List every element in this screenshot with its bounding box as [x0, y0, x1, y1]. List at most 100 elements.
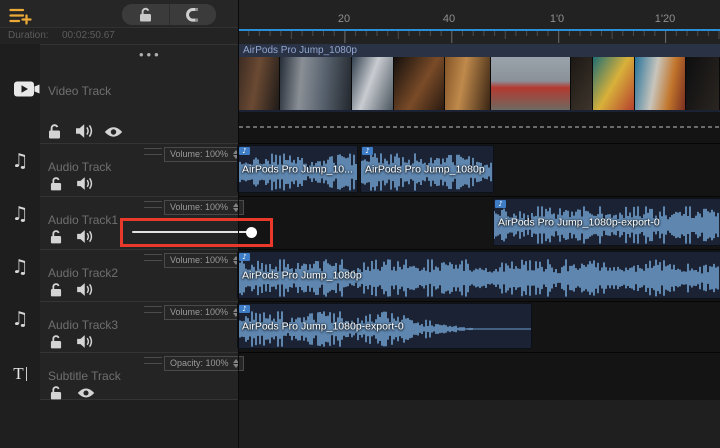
duration-display: Duration: 00:02:50.67 [0, 27, 238, 45]
row-divider [238, 249, 720, 250]
audio-clip[interactable]: ♪ AirPods Pro Jump_1080p [238, 252, 720, 298]
opacity-value: Opacity: 100% [170, 358, 229, 368]
duration-label: Duration: [8, 28, 49, 44]
track-drag-handle[interactable] [144, 254, 162, 261]
highlight-red-box [120, 218, 273, 247]
ruler-label: 1'20 [655, 13, 675, 25]
track-type-gutter: ♫ ♫ ♫ ♫ T [0, 44, 40, 400]
timeline-toolbar: Duration: 00:02:50.67 [0, 0, 238, 44]
volume-stepper[interactable]: Volume: 100% [164, 200, 244, 215]
video-thumbnail [593, 57, 635, 110]
lock-open-icon[interactable] [50, 282, 62, 297]
ruler-label: 1'0 [550, 13, 564, 25]
opacity-stepper[interactable]: Opacity: 100% [164, 356, 244, 371]
ruler-label: 40 [443, 13, 455, 25]
audio-clip[interactable]: ♪ AirPods Pro Jump_1080p-export-0 [238, 304, 531, 348]
lock-open-icon[interactable] [50, 334, 62, 349]
eye-icon[interactable] [104, 126, 123, 138]
video-clip-titlebar: AirPods Pro Jump_1080p [238, 44, 720, 57]
lock-open-icon[interactable] [50, 385, 62, 400]
track-drag-handle[interactable] [144, 201, 162, 208]
audio-track-icon: ♫ [0, 150, 40, 172]
video-thumbnail [352, 57, 394, 110]
track-header-video[interactable]: ••• Video Track [40, 44, 238, 143]
track-header-subtitle[interactable]: Opacity: 100% Subtitle Track [40, 352, 238, 400]
volume-value: Volume: 100% [170, 255, 228, 265]
volume-stepper[interactable]: Volume: 100% [164, 253, 244, 268]
speaker-icon[interactable] [77, 335, 94, 348]
volume-stepper[interactable]: Volume: 100% [164, 147, 244, 162]
toolbar-button-group [122, 4, 216, 25]
lock-open-icon[interactable] [50, 229, 62, 244]
audio-clip[interactable]: ♪ AirPods Pro Jump_10... [238, 146, 357, 192]
lock-open-icon[interactable] [48, 123, 61, 139]
row-divider [238, 143, 720, 144]
video-thumbnail [394, 57, 445, 110]
audio-clip[interactable]: ♪ AirPods Pro Jump_1080p [361, 146, 493, 192]
video-thumbnail [686, 57, 720, 110]
track-name: Audio Track1 [48, 213, 118, 227]
add-track-area[interactable] [0, 400, 720, 448]
music-note-badge-icon: ♪ [239, 253, 250, 261]
track-drag-handle[interactable] [144, 306, 162, 313]
speaker-icon[interactable] [77, 283, 94, 296]
row-divider [238, 352, 720, 353]
track-header-audio2[interactable]: Volume: 100% Audio Track2 [40, 249, 238, 301]
video-thumbnail [491, 57, 571, 110]
row-divider [238, 196, 720, 197]
video-thumbnail [635, 57, 686, 110]
volume-stepper[interactable]: Volume: 100% [164, 305, 244, 320]
track-menu-dots-icon[interactable]: ••• [139, 47, 162, 62]
audio-clip-label: AirPods Pro Jump_1080p [365, 163, 485, 175]
row-divider [238, 301, 720, 302]
music-note-badge-icon: ♪ [239, 305, 250, 313]
music-note-badge-icon: ♪ [239, 147, 250, 155]
duration-value: 00:02:50.67 [62, 28, 115, 44]
video-clip[interactable]: AirPods Pro Jump_1080p [238, 44, 720, 112]
track-name: Audio Track2 [48, 266, 118, 280]
subtitle-track-icon: T [0, 364, 40, 384]
eye-icon[interactable] [77, 387, 95, 399]
audio-clip[interactable]: ♪ AirPods Pro Jump_1080p-export-0 [494, 199, 720, 245]
music-note-badge-icon: ♪ [362, 147, 373, 155]
track-placeholder-dashed-line [239, 126, 720, 128]
video-thumbnail [280, 57, 351, 110]
track-name: Subtitle Track [48, 369, 121, 383]
add-track-icon[interactable] [9, 7, 33, 25]
speaker-icon[interactable] [76, 124, 94, 138]
video-editor-timeline-panel: Duration: 00:02:50.67 20 40 1'0 1'20 ♫ ♫… [0, 0, 720, 448]
ruler-label: 20 [338, 13, 350, 25]
video-thumbnail [238, 57, 280, 110]
video-clip-label: AirPods Pro Jump_1080p [238, 45, 357, 56]
volume-value: Volume: 100% [170, 202, 228, 212]
track-name: Video Track [48, 84, 111, 98]
music-note-badge-icon: ♪ [495, 200, 506, 208]
magnet-icon [184, 6, 201, 23]
ruler-ticks [238, 31, 720, 44]
audio-clip-label: AirPods Pro Jump_1080p-export-0 [498, 216, 660, 228]
lock-track-button[interactable] [122, 4, 169, 25]
track-header-audio3[interactable]: Volume: 100% Audio Track3 [40, 301, 238, 352]
volume-value: Volume: 100% [170, 307, 228, 317]
track-drag-handle[interactable] [144, 148, 162, 155]
volume-value: Volume: 100% [170, 149, 228, 159]
audio-clip-label: AirPods Pro Jump_1080p-export-0 [242, 320, 404, 332]
lock-open-icon [139, 7, 152, 22]
audio-clip-label: AirPods Pro Jump_10... [242, 163, 353, 175]
audio-track-icon: ♫ [0, 256, 40, 278]
audio-track-icon: ♫ [0, 308, 40, 330]
lock-open-icon[interactable] [50, 176, 62, 191]
audio-track-icon: ♫ [0, 203, 40, 225]
track-drag-handle[interactable] [144, 357, 162, 364]
audio-clip-label: AirPods Pro Jump_1080p [242, 269, 362, 281]
speaker-icon[interactable] [77, 230, 94, 243]
timecode-ruler[interactable]: 20 40 1'0 1'20 [238, 0, 720, 44]
track-name: Audio Track3 [48, 318, 118, 332]
track-header-audio[interactable]: Volume: 100% Audio Track [40, 143, 238, 196]
video-clip-filmstrip [238, 57, 720, 110]
video-thumbnail [445, 57, 492, 110]
speaker-icon[interactable] [77, 177, 94, 190]
snap-button[interactable] [169, 4, 217, 25]
video-thumbnail [571, 57, 593, 110]
track-name: Audio Track [48, 160, 111, 174]
